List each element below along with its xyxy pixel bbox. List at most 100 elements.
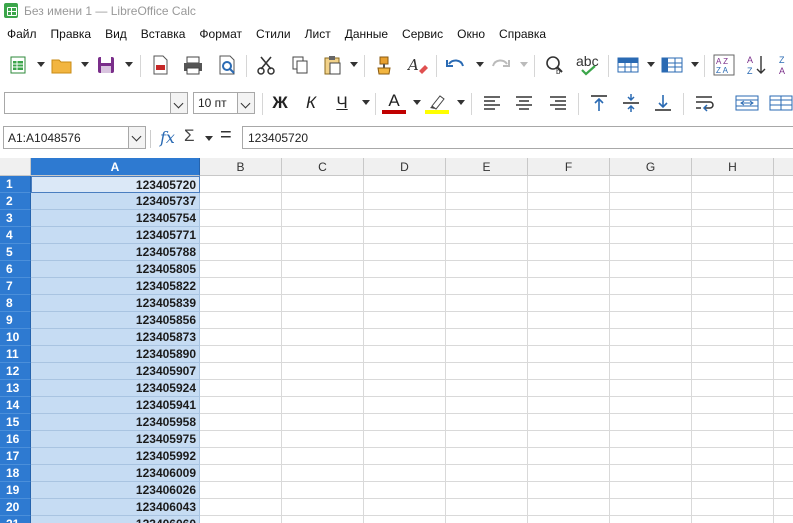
- grid-cell[interactable]: [364, 227, 446, 244]
- highlight-color-button[interactable]: [425, 91, 449, 115]
- grid-cell[interactable]: [610, 431, 692, 448]
- row-header[interactable]: 21: [0, 516, 31, 523]
- grid-cell[interactable]: [528, 397, 610, 414]
- row-header[interactable]: 16: [0, 431, 31, 448]
- grid-cell[interactable]: [774, 380, 793, 397]
- grid-cell[interactable]: [774, 448, 793, 465]
- grid-cell[interactable]: [692, 363, 774, 380]
- grid-cell[interactable]: [446, 312, 528, 329]
- column-header-e[interactable]: E: [446, 158, 528, 176]
- grid-cell[interactable]: [528, 380, 610, 397]
- grid-cell[interactable]: [200, 176, 282, 193]
- menu-item-5[interactable]: Стили: [249, 22, 298, 46]
- grid-cell[interactable]: [282, 244, 364, 261]
- grid-cell[interactable]: [692, 499, 774, 516]
- menu-item-10[interactable]: Справка: [492, 22, 553, 46]
- grid-cell[interactable]: [774, 346, 793, 363]
- grid-cell[interactable]: [610, 329, 692, 346]
- grid-cell[interactable]: [774, 244, 793, 261]
- grid-cell[interactable]: [364, 363, 446, 380]
- grid-cell[interactable]: [200, 278, 282, 295]
- row-header[interactable]: 8: [0, 295, 31, 312]
- grid-cell[interactable]: [364, 329, 446, 346]
- grid-cell[interactable]: [446, 448, 528, 465]
- grid-cell[interactable]: [692, 329, 774, 346]
- grid-cell[interactable]: [774, 176, 793, 193]
- select-all-corner[interactable]: [0, 158, 31, 176]
- grid-cell[interactable]: [528, 414, 610, 431]
- grid-cell[interactable]: [610, 312, 692, 329]
- save-dropdown-caret[interactable]: [125, 62, 133, 67]
- grid-cell[interactable]: [774, 261, 793, 278]
- grid-cell[interactable]: [200, 516, 282, 523]
- grid-cell[interactable]: [528, 431, 610, 448]
- cell-a[interactable]: 123405856: [31, 312, 200, 329]
- print-icon[interactable]: [181, 53, 205, 77]
- grid-cell[interactable]: [610, 448, 692, 465]
- row-header[interactable]: 15: [0, 414, 31, 431]
- grid-cell[interactable]: [282, 380, 364, 397]
- formula-input[interactable]: 123405720: [242, 126, 793, 149]
- grid-cell[interactable]: [774, 499, 793, 516]
- grid-cell[interactable]: [774, 363, 793, 380]
- column-header-a[interactable]: A: [31, 158, 200, 176]
- grid-cell[interactable]: [692, 312, 774, 329]
- font-color-dropdown-caret[interactable]: [413, 100, 421, 105]
- grid-cell[interactable]: [200, 380, 282, 397]
- grid-cell[interactable]: [282, 227, 364, 244]
- grid-cell[interactable]: [446, 499, 528, 516]
- grid-cell[interactable]: [528, 499, 610, 516]
- merge-cells-icon[interactable]: [734, 91, 760, 115]
- column-dropdown-caret[interactable]: [691, 62, 699, 67]
- unmerge-cells-icon[interactable]: [768, 91, 793, 115]
- grid-cell[interactable]: [610, 295, 692, 312]
- grid-cell[interactable]: [610, 516, 692, 523]
- italic-button[interactable]: К: [299, 91, 323, 115]
- grid-cell[interactable]: [200, 499, 282, 516]
- grid-cell[interactable]: [282, 431, 364, 448]
- grid-cell[interactable]: [364, 244, 446, 261]
- row-header[interactable]: 13: [0, 380, 31, 397]
- new-spreadsheet-icon[interactable]: [6, 53, 30, 77]
- grid-cell[interactable]: [610, 244, 692, 261]
- grid-cell[interactable]: [692, 397, 774, 414]
- save-icon[interactable]: [94, 53, 118, 77]
- grid-cell[interactable]: [200, 261, 282, 278]
- column-header-b[interactable]: B: [200, 158, 282, 176]
- column-icon[interactable]: [660, 53, 684, 77]
- grid-cell[interactable]: [282, 312, 364, 329]
- row-header[interactable]: 17: [0, 448, 31, 465]
- grid-cell[interactable]: [774, 278, 793, 295]
- align-top-icon[interactable]: [587, 91, 611, 115]
- sort-descending-icon[interactable]: ZA: [775, 53, 793, 77]
- grid-cell[interactable]: [692, 176, 774, 193]
- grid-cell[interactable]: [610, 176, 692, 193]
- grid-cell[interactable]: [610, 482, 692, 499]
- sort-icon[interactable]: A ZZ A: [712, 53, 736, 77]
- grid-cell[interactable]: [446, 295, 528, 312]
- find-replace-icon[interactable]: b: [543, 53, 567, 77]
- underline-dropdown-caret[interactable]: [362, 100, 370, 105]
- paste-icon[interactable]: [320, 53, 344, 77]
- cell-a[interactable]: 123405822: [31, 278, 200, 295]
- grid-cell[interactable]: [774, 329, 793, 346]
- column-header-partial[interactable]: [774, 158, 793, 176]
- menu-item-7[interactable]: Данные: [338, 22, 395, 46]
- grid-cell[interactable]: [692, 278, 774, 295]
- sort-ascending-icon[interactable]: AZ: [745, 53, 769, 77]
- grid-cell[interactable]: [774, 397, 793, 414]
- column-header-f[interactable]: F: [528, 158, 610, 176]
- grid-cell[interactable]: [282, 499, 364, 516]
- grid-cell[interactable]: [200, 363, 282, 380]
- clone-formatting-icon[interactable]: [372, 53, 396, 77]
- grid-cell[interactable]: [446, 210, 528, 227]
- grid-cell[interactable]: [364, 499, 446, 516]
- cell-a[interactable]: 123405805: [31, 261, 200, 278]
- grid-cell[interactable]: [282, 448, 364, 465]
- grid-cell[interactable]: [610, 227, 692, 244]
- grid-cell[interactable]: [774, 295, 793, 312]
- row-header[interactable]: 19: [0, 482, 31, 499]
- grid-cell[interactable]: [364, 278, 446, 295]
- grid-cell[interactable]: [692, 295, 774, 312]
- grid-cell[interactable]: [692, 261, 774, 278]
